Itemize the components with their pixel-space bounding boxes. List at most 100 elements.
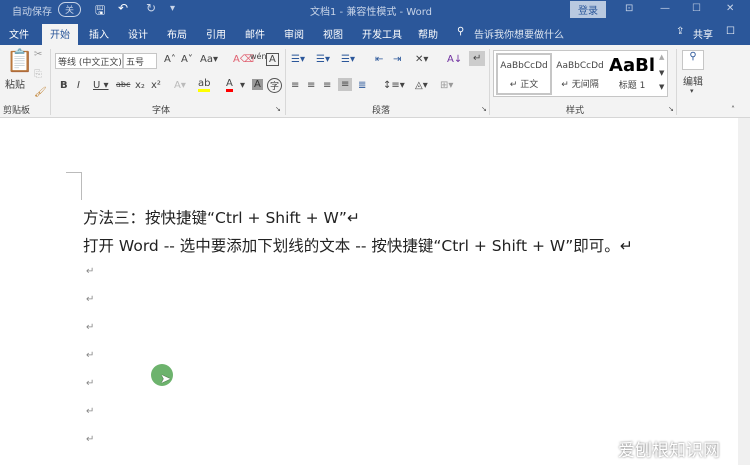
show-marks-icon[interactable]: ↵: [469, 51, 486, 66]
tab-file[interactable]: 文件: [9, 26, 29, 41]
share-icon[interactable]: ⇪: [676, 26, 684, 37]
char-border-icon[interactable]: A: [266, 53, 279, 66]
distributed-icon[interactable]: ≣: [358, 80, 366, 91]
tab-home[interactable]: 开始: [42, 24, 78, 45]
phonetic-guide-icon[interactable]: wén: [250, 52, 267, 61]
tell-me-search[interactable]: 告诉我你想要做什么: [474, 26, 564, 41]
minimize-icon[interactable]: —: [660, 3, 670, 14]
style-name-text: 正文: [520, 80, 539, 90]
paste-icon[interactable]: 📋: [6, 49, 33, 74]
tab-references[interactable]: 引用: [206, 26, 226, 41]
redo-icon[interactable]: ↻: [146, 1, 156, 15]
document-line[interactable]: 打开 Word -- 选中要添加下划线的文本 -- 按快捷键“Ctrl + Sh…: [83, 234, 633, 256]
font-color-dropdown[interactable]: ▾: [240, 80, 245, 91]
watermark: 爱刨根知识网: [618, 441, 720, 461]
highlight-icon[interactable]: ab: [198, 78, 211, 92]
underline-icon[interactable]: U ▾: [93, 80, 109, 91]
collapse-ribbon-icon[interactable]: ˄: [731, 105, 735, 114]
share-button[interactable]: 共享: [693, 26, 713, 41]
styles-more[interactable]: ▼: [659, 83, 664, 91]
tab-developer[interactable]: 开发工具: [362, 26, 402, 41]
style-preview: AaBl: [609, 55, 655, 76]
autosave-toggle[interactable]: 关: [58, 2, 82, 17]
close-icon[interactable]: ✕: [726, 3, 734, 14]
change-case-icon[interactable]: Aa▾: [200, 54, 218, 65]
comments-icon[interactable]: ☐: [726, 26, 735, 37]
window-title: 文档1 - 兼容性模式 - Word: [310, 7, 432, 18]
login-button[interactable]: 登录: [570, 1, 606, 18]
align-right-icon[interactable]: ≡: [323, 80, 331, 91]
ribbon-display-icon[interactable]: ⊡: [625, 3, 633, 14]
line-spacing-icon[interactable]: ↕≡▾: [383, 80, 405, 91]
font-name-select[interactable]: 等线 (中文正文): [55, 53, 123, 69]
shading-icon[interactable]: ◬▾: [415, 80, 428, 91]
undo-icon[interactable]: ↶: [118, 1, 128, 15]
style-name: 标题 1: [618, 81, 646, 91]
chinese-layout-icon[interactable]: ✕▾: [415, 54, 428, 65]
char-shading-icon[interactable]: A: [252, 79, 263, 90]
tab-review[interactable]: 审阅: [284, 26, 304, 41]
italic-icon[interactable]: I: [77, 80, 80, 91]
style-normal[interactable]: AaBbCcDd ↵ 正文: [496, 53, 552, 95]
search-icon[interactable]: ⚲: [457, 26, 464, 37]
style-name: ↵ 正文: [509, 80, 539, 90]
tab-design[interactable]: 设计: [128, 26, 148, 41]
tab-layout[interactable]: 布局: [167, 26, 187, 41]
copy-icon[interactable]: ⎘: [34, 69, 42, 80]
tab-mailings[interactable]: 邮件: [245, 26, 265, 41]
editing-button[interactable]: 编辑: [683, 73, 703, 88]
ribbon: 📋 粘贴 ✂ ⎘ 🖌 剪贴板 等线 (中文正文) 五号 A˄ A˅ Aa▾ A⌫…: [0, 45, 750, 118]
tab-help[interactable]: 帮助: [418, 26, 438, 41]
paragraph-mark: ↵: [86, 434, 95, 445]
justify-icon[interactable]: ≡: [338, 78, 353, 91]
styles-scroll-up[interactable]: ▲: [659, 53, 664, 61]
font-color-icon[interactable]: A: [226, 78, 233, 92]
decrease-indent-icon[interactable]: ⇤: [375, 54, 383, 65]
font-dialog-launcher[interactable]: ↘: [275, 105, 281, 113]
align-left-icon[interactable]: ≡: [291, 80, 299, 91]
align-center-icon[interactable]: ≡: [307, 80, 315, 91]
maximize-icon[interactable]: ☐: [692, 3, 701, 14]
style-heading1[interactable]: AaBl 标题 1: [607, 53, 657, 95]
vertical-scrollbar[interactable]: [738, 118, 750, 465]
paragraph-mark: ↵: [86, 294, 95, 305]
paste-button[interactable]: 粘贴: [5, 76, 25, 91]
mouse-pointer-icon: ➤: [160, 372, 171, 387]
shrink-font-icon[interactable]: A˅: [181, 54, 193, 65]
subscript-icon[interactable]: x₂: [135, 80, 145, 91]
editing-dropdown[interactable]: ▾: [690, 87, 694, 95]
autosave-label: 自动保存: [12, 7, 52, 18]
cut-icon[interactable]: ✂: [34, 49, 42, 60]
numbering-icon[interactable]: ☰▾: [316, 54, 330, 65]
tab-view[interactable]: 视图: [323, 26, 343, 41]
paragraph-dialog-launcher[interactable]: ↘: [481, 105, 487, 113]
paragraph-group-label: 段落: [372, 106, 391, 116]
bullets-icon[interactable]: ☰▾: [291, 54, 305, 65]
format-painter-icon[interactable]: 🖌: [34, 87, 47, 98]
paragraph-mark: ↵: [86, 322, 95, 333]
text-effects-icon[interactable]: A▾: [174, 80, 186, 91]
font-group-label: 字体: [152, 106, 171, 116]
document-page[interactable]: [0, 118, 738, 465]
styles-dialog-launcher[interactable]: ↘: [668, 105, 674, 113]
sort-icon[interactable]: A↓: [447, 54, 462, 65]
find-icon[interactable]: ⚲: [682, 50, 704, 70]
styles-scroll-down[interactable]: ▼: [659, 69, 664, 77]
style-no-spacing[interactable]: AaBbCcDd ↵ 无间隔: [552, 53, 608, 95]
style-preview: AaBbCcDd: [500, 61, 548, 71]
superscript-icon[interactable]: x²: [151, 80, 161, 91]
save-icon[interactable]: 🖫: [95, 1, 105, 22]
tab-insert[interactable]: 插入: [89, 26, 109, 41]
title-bar: 自动保存 关 🖫 ↶ ↻ ▾ 文档1 - 兼容性模式 - Word 登录 ⊡ —…: [0, 0, 750, 20]
increase-indent-icon[interactable]: ⇥: [393, 54, 401, 65]
strikethrough-icon[interactable]: abc: [116, 80, 130, 89]
customize-toolbar-icon[interactable]: ▾: [170, 3, 175, 14]
font-size-select[interactable]: 五号: [123, 53, 157, 69]
bold-icon[interactable]: B: [60, 80, 68, 91]
borders-icon[interactable]: ⊞▾: [440, 80, 453, 91]
margin-corner-mark: [66, 172, 82, 200]
multilevel-list-icon[interactable]: ☰▾: [341, 54, 355, 65]
document-line[interactable]: 方法三：按快捷键“Ctrl + Shift + W”↵: [83, 206, 360, 228]
enclose-char-icon[interactable]: 字: [267, 78, 283, 93]
grow-font-icon[interactable]: A˄: [164, 54, 176, 65]
